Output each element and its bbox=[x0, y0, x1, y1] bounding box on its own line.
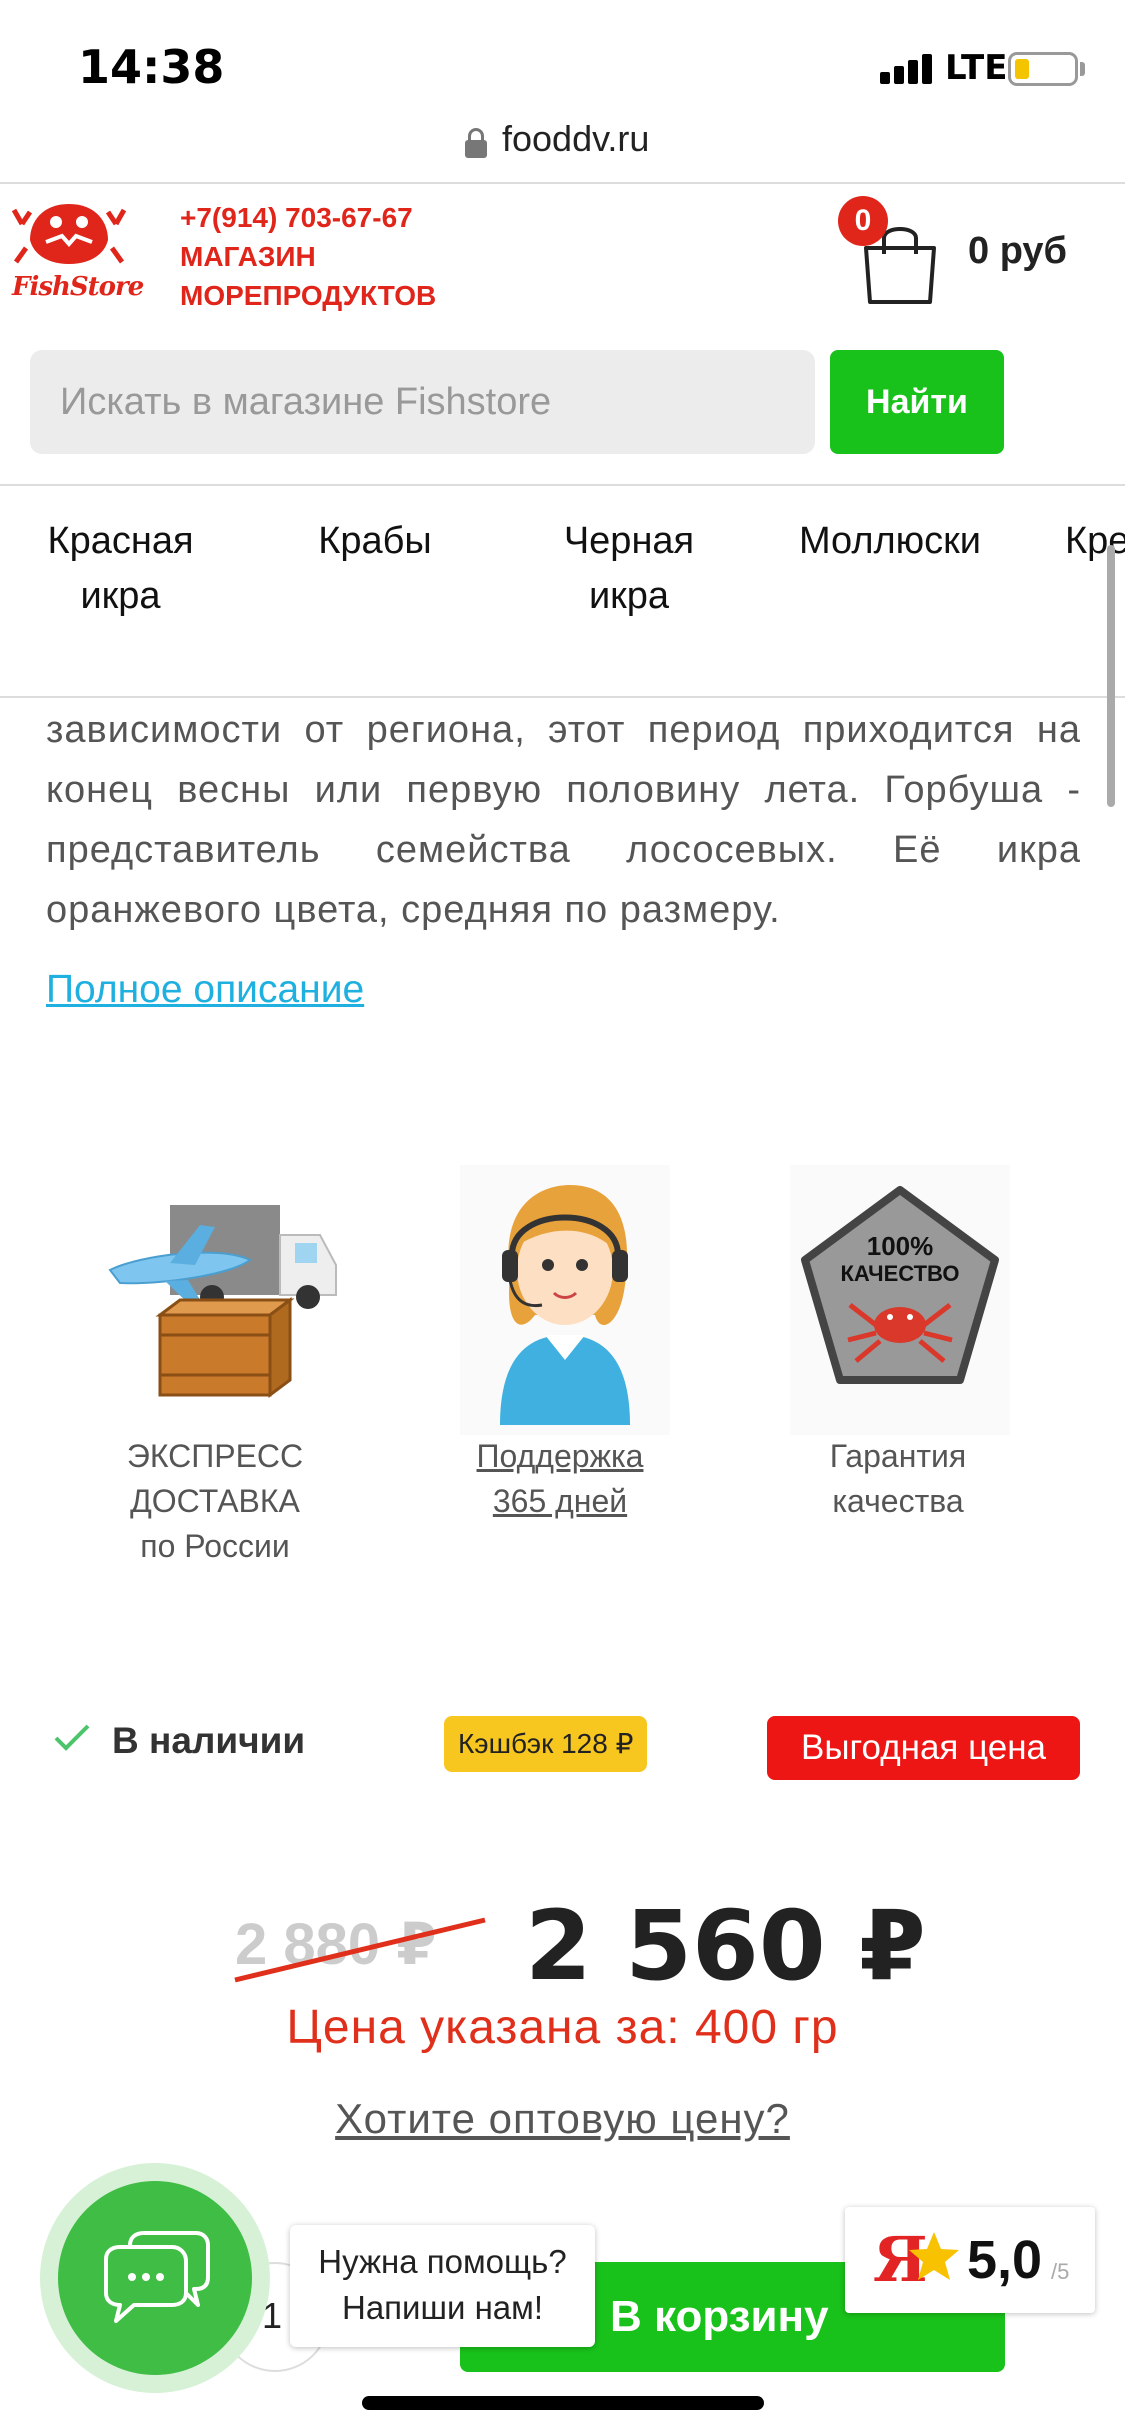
rating-max: /5 bbox=[1051, 2259, 1070, 2284]
site-logo[interactable]: FishStore bbox=[11, 196, 144, 316]
phone-number[interactable]: +7(914) 703-67-67 bbox=[180, 198, 436, 237]
feature-support[interactable]: Поддержка 365 дней bbox=[440, 1434, 680, 1524]
category-nav: Красная икра Крабы Черная икра Моллюски … bbox=[0, 484, 1125, 698]
feature-delivery: ЭКСПРЕСС ДОСТАВКА по России bbox=[95, 1434, 335, 1569]
network-type: LTE bbox=[945, 48, 1008, 88]
yandex-rating-widget[interactable]: Я 5,0 /5 bbox=[845, 2207, 1095, 2313]
tagline-line1: МАГАЗИН bbox=[180, 241, 316, 272]
lock-icon bbox=[465, 128, 487, 158]
current-price: 2 560 ₽ bbox=[525, 1890, 926, 2002]
feature-delivery-line2: ДОСТАВКА bbox=[130, 1483, 300, 1519]
chat-prompt-line1: Нужна помощь? bbox=[318, 2243, 567, 2280]
category-label: Черная bbox=[563, 520, 695, 562]
site-header: FishStore +7(914) 703-67-67 МАГАЗИН МОРЕ… bbox=[0, 186, 1125, 331]
star-icon bbox=[909, 2232, 959, 2280]
chat-prompt-bubble[interactable]: Нужна помощь? Напиши нам! bbox=[290, 2225, 595, 2347]
chat-prompt-line2: Напиши нам! bbox=[342, 2289, 543, 2326]
category-label: икра bbox=[588, 575, 670, 617]
feature-quality-line1: Гарантия bbox=[829, 1438, 967, 1474]
feature-quality-line2: качества bbox=[832, 1483, 964, 1519]
category-label: Крабы bbox=[318, 520, 432, 562]
product-description: зависимости от региона, этот период прих… bbox=[46, 709, 1081, 931]
wholesale-price-link[interactable]: Хотите оптовую цену? bbox=[0, 2095, 1125, 2143]
category-label: Красная bbox=[47, 520, 194, 562]
battery-icon bbox=[1008, 52, 1078, 86]
delivery-icon bbox=[100, 1185, 340, 1420]
cart-count-badge: 0 bbox=[838, 196, 888, 246]
feature-delivery-line1: ЭКСПРЕСС bbox=[126, 1438, 304, 1474]
logo-text: FishStore bbox=[12, 272, 144, 302]
search-input[interactable] bbox=[30, 350, 815, 454]
full-description-link[interactable]: Полное описание bbox=[46, 968, 364, 1012]
page-scrollbar[interactable] bbox=[1107, 545, 1115, 807]
feature-delivery-line3: по России bbox=[140, 1528, 290, 1564]
cashback-badge: Кэшбэк 128 ₽ bbox=[444, 1716, 648, 1772]
search-button[interactable]: Найти bbox=[830, 350, 1004, 454]
browser-url-bar[interactable]: fooddv.ru bbox=[0, 110, 1125, 184]
old-price-strikethrough bbox=[234, 1917, 486, 1983]
crab-logo-icon bbox=[11, 204, 127, 264]
url-text: fooddv.ru bbox=[502, 118, 650, 159]
category-crabs[interactable]: Крабы bbox=[300, 514, 450, 569]
category-shrimp[interactable]: Кре bbox=[1065, 514, 1125, 569]
category-label: икра bbox=[80, 575, 161, 617]
signal-icon bbox=[880, 52, 936, 84]
rating-value: 5,0 bbox=[967, 2230, 1043, 2290]
cart-button[interactable]: 0 bbox=[838, 196, 978, 306]
battery-cap bbox=[1080, 62, 1085, 76]
category-mollusks[interactable]: Моллюски bbox=[790, 514, 990, 569]
chat-button[interactable] bbox=[58, 2181, 252, 2375]
support-operator-icon bbox=[460, 1165, 670, 1440]
feature-support-line1: Поддержка bbox=[476, 1438, 644, 1474]
price-unit-note: Цена указана за: 400 гр bbox=[286, 2001, 839, 2054]
badge-quality: КАЧЕСТВО bbox=[840, 1261, 959, 1286]
category-label: Кре bbox=[1065, 520, 1125, 562]
best-price-badge: Выгодная цена bbox=[767, 1716, 1080, 1780]
status-time: 14:38 bbox=[78, 40, 225, 94]
tagline-line2: МОРЕПРОДУКТОВ bbox=[180, 280, 437, 311]
feature-support-line2: 365 дней bbox=[492, 1483, 628, 1519]
cart-total: 0 руб bbox=[968, 230, 1068, 272]
category-black-caviar[interactable]: Черная икра bbox=[548, 514, 710, 624]
category-red-caviar[interactable]: Красная икра bbox=[38, 514, 203, 624]
check-icon bbox=[54, 1724, 90, 1751]
chat-bubbles-icon bbox=[104, 2231, 210, 2323]
quality-badge-icon: 100% КАЧЕСТВО bbox=[790, 1165, 1010, 1440]
badge-percent: 100% bbox=[867, 1231, 934, 1261]
feature-quality: Гарантия качества bbox=[778, 1434, 1018, 1524]
status-bar: 14:38 LTE bbox=[0, 0, 1125, 120]
category-label: Моллюски bbox=[798, 520, 982, 562]
header-contact: +7(914) 703-67-67 МАГАЗИН МОРЕПРОДУКТОВ bbox=[180, 198, 436, 315]
availability-status: В наличии bbox=[112, 1720, 306, 1761]
home-indicator[interactable] bbox=[362, 2396, 764, 2410]
